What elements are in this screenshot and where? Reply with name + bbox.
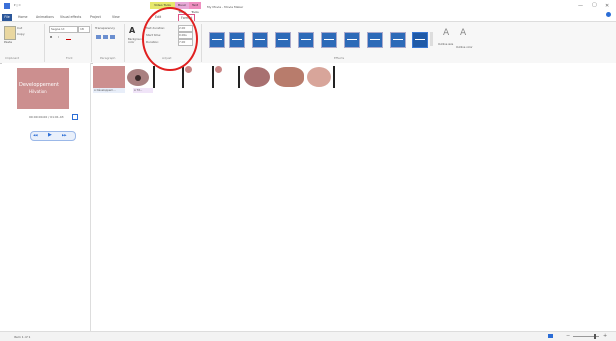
clip-marker[interactable]: [333, 66, 335, 88]
copy-button[interactable]: Copy: [17, 32, 25, 36]
close-button[interactable]: ✕: [605, 3, 609, 9]
clip-caption[interactable]: A Tit...: [133, 88, 153, 93]
paste-button[interactable]: Paste: [4, 40, 12, 44]
tab-project[interactable]: Project: [90, 14, 101, 21]
background-color-button[interactable]: Background color: [128, 38, 143, 44]
font-size-select[interactable]: 18: [78, 26, 90, 33]
zoom-in-button[interactable]: +: [603, 333, 607, 339]
effect-thumbnail[interactable]: [344, 32, 360, 48]
tab-file[interactable]: File: [2, 14, 12, 21]
clip-dot[interactable]: [215, 66, 222, 73]
clip-dot[interactable]: [185, 66, 192, 73]
divider: [201, 24, 202, 62]
effect-thumbnail[interactable]: [252, 32, 268, 48]
play-button[interactable]: ▶: [48, 132, 52, 138]
clip-marker[interactable]: [182, 66, 184, 88]
window-title: My Movie - Movie Maker: [207, 5, 244, 9]
outline-color-button[interactable]: Outline color: [456, 46, 473, 49]
ribbon: Paste Cut Copy Clipboard Segoe UI 18 B I…: [0, 21, 616, 64]
title-clip[interactable]: [93, 66, 125, 88]
minimize-button[interactable]: —: [578, 3, 583, 9]
tab-home[interactable]: Home: [18, 14, 27, 21]
effect-thumbnail[interactable]: [209, 32, 225, 48]
italic-button[interactable]: I: [58, 35, 59, 39]
effect-thumbnail[interactable]: [321, 32, 337, 48]
fullscreen-icon[interactable]: [72, 114, 78, 120]
prev-frame-button[interactable]: ◀◀: [33, 133, 38, 137]
align-center-icon[interactable]: [103, 35, 108, 39]
clip-frame: [307, 67, 331, 87]
maximize-button[interactable]: ▢: [592, 2, 597, 8]
effect-thumbnail[interactable]: [390, 32, 406, 48]
font-color-icon[interactable]: [66, 35, 71, 40]
preview-title-line2: Hilvation: [29, 89, 47, 94]
highlight-circle: [142, 7, 198, 71]
tab-visual-effects[interactable]: Visual effects: [60, 14, 81, 21]
status-item-count: Item 1 of 1: [14, 335, 31, 339]
outline-color-icon[interactable]: A: [460, 28, 466, 38]
zoom-slider-thumb[interactable]: [594, 334, 596, 339]
video-clip[interactable]: [305, 66, 333, 88]
group-label-clipboard: Clipboard: [5, 56, 20, 60]
title-bar: ▾ | = Video Tools Music Tools Text Tools…: [0, 0, 616, 17]
effect-thumbnail[interactable]: [275, 32, 291, 48]
outline-size-icon[interactable]: A: [443, 28, 449, 38]
effect-thumbnail[interactable]: [229, 32, 245, 48]
storyboard: [93, 63, 616, 331]
group-label-paragraph: Paragraph: [100, 56, 116, 60]
preview-time: 00:00:00.00 / 01:01.43: [29, 115, 64, 119]
clip-marker[interactable]: [153, 66, 155, 88]
align-left-icon[interactable]: [96, 35, 101, 39]
cut-button[interactable]: Cut: [17, 26, 22, 30]
storyboard-view-icon[interactable]: [548, 334, 553, 338]
video-clip[interactable]: [125, 66, 153, 88]
video-clip[interactable]: [273, 66, 305, 88]
gallery-scroll[interactable]: [430, 32, 433, 46]
group-label-font: Font: [66, 56, 73, 60]
video-clip[interactable]: [241, 66, 273, 88]
clip-frame: [244, 67, 270, 87]
font-family-select[interactable]: Segoe UI: [49, 26, 78, 33]
bold-button[interactable]: B: [50, 35, 52, 39]
tab-view[interactable]: View: [112, 14, 120, 21]
divider: [44, 24, 45, 62]
preview-title-line1: Developpement: [19, 82, 59, 88]
effect-thumbnail-selected[interactable]: [412, 32, 428, 48]
divider: [91, 24, 92, 62]
preview-screen[interactable]: Developpement Hilvation: [17, 68, 69, 109]
effect-thumbnail[interactable]: [367, 32, 383, 48]
background-color-icon[interactable]: A: [129, 26, 139, 35]
clip-marker[interactable]: [212, 66, 214, 88]
clip-frame: [274, 67, 304, 87]
effect-thumbnail[interactable]: [298, 32, 314, 48]
paste-icon[interactable]: [4, 26, 16, 40]
transparency-control[interactable]: Transparency: [95, 26, 115, 30]
clip-marker[interactable]: [238, 66, 240, 88]
next-frame-button[interactable]: ▶▶: [62, 133, 67, 137]
group-label-effects: Effects: [334, 56, 345, 60]
ribbon-tabs: File Home Animations Visual effects Proj…: [0, 14, 616, 22]
clip-caption[interactable]: A Développem...: [93, 88, 125, 93]
zoom-out-button[interactable]: −: [566, 333, 570, 339]
clip-frame-center: [135, 75, 141, 81]
tab-animations[interactable]: Animations: [36, 14, 54, 21]
context-tab-text-tools[interactable]: Text Tools: [189, 2, 201, 14]
quick-access-toolbar[interactable]: ▾ | =: [14, 3, 21, 7]
app-icon: [4, 3, 10, 9]
divider: [124, 24, 125, 62]
align-right-icon[interactable]: [110, 35, 115, 39]
outline-size-button[interactable]: Outline size: [438, 43, 453, 46]
